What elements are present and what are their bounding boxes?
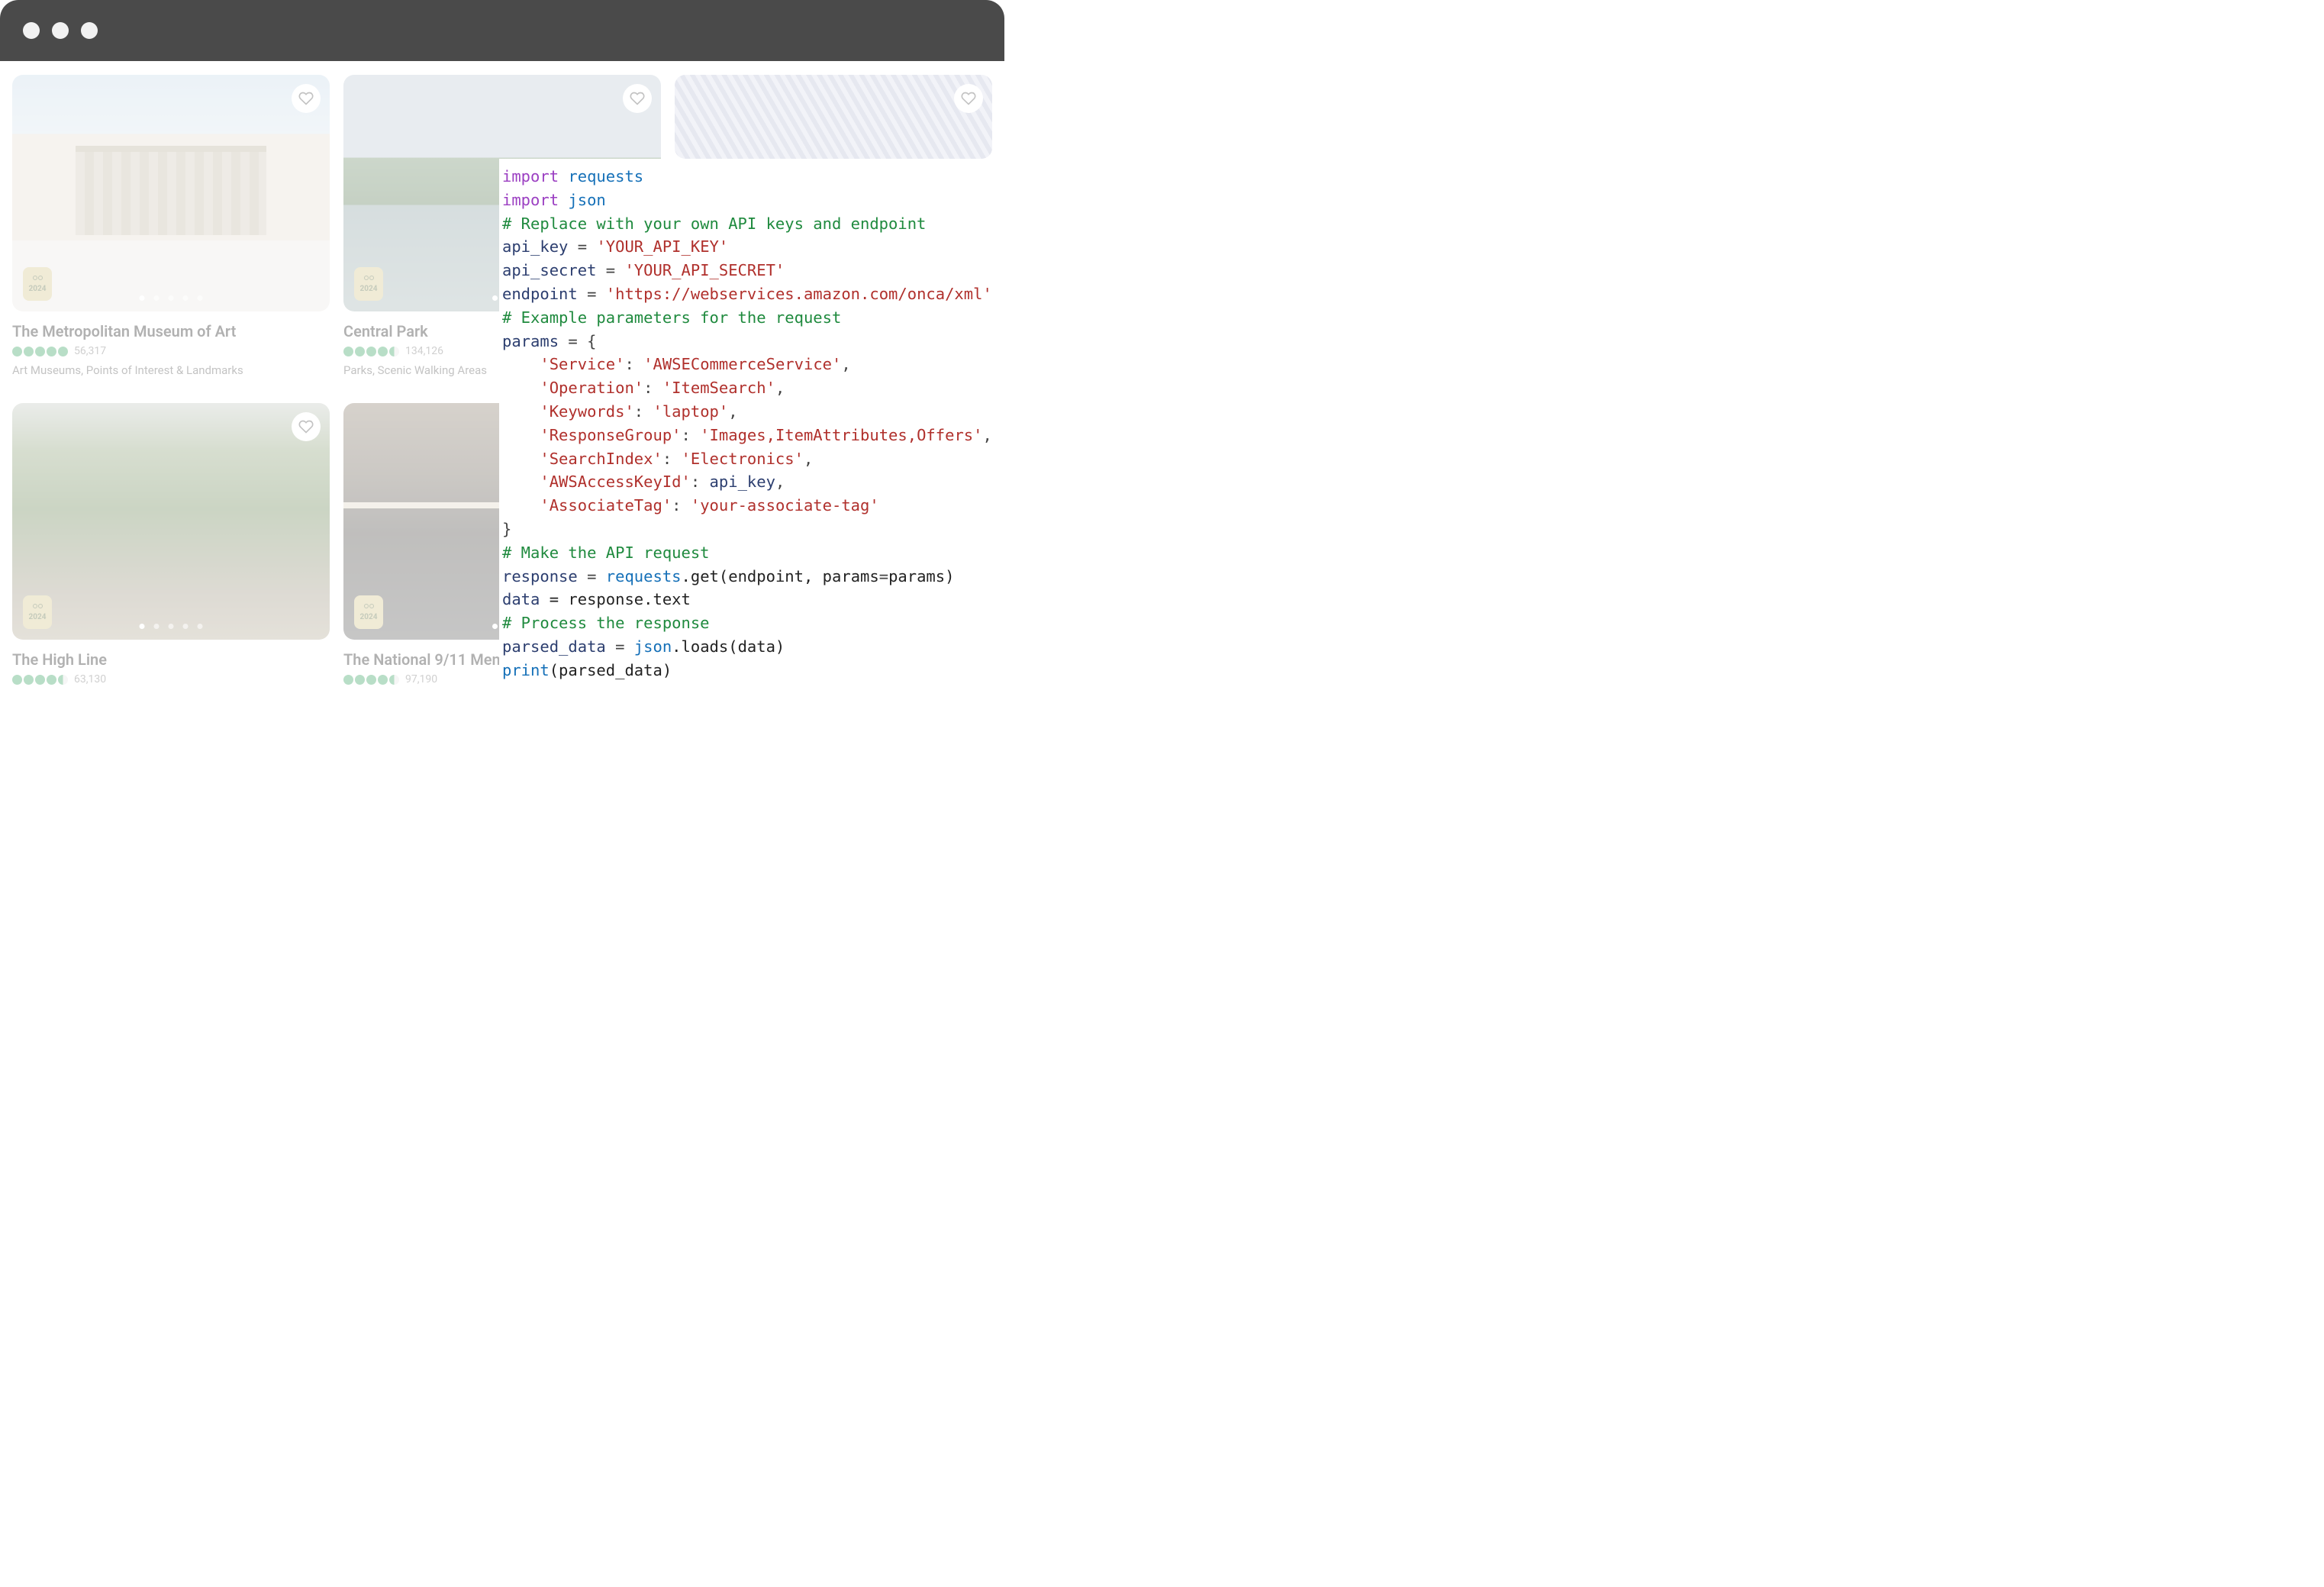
badge-year: 2024 [360,285,378,293]
rating-bubbles [343,675,399,685]
heart-icon [298,91,314,106]
owl-icon [30,604,45,613]
browser-window: 2024 The Metropolitan Museum of Art 56,3… [0,0,1004,699]
attraction-card[interactable]: 2024 The Metropolitan Museum of Art 56,3… [12,75,330,377]
traffic-light-minimize[interactable] [52,22,69,39]
traffic-light-zoom[interactable] [81,22,98,39]
travelers-choice-badge: 2024 [354,595,383,629]
code-overlay: import requests import json # Replace wi… [499,159,1004,699]
review-count: 97,190 [405,673,437,685]
heart-icon [630,91,645,106]
review-count: 56,317 [74,345,106,357]
carousel-dots[interactable] [140,295,203,301]
carousel-dots[interactable] [140,624,203,629]
owl-icon [30,276,45,285]
card-image[interactable] [675,75,992,159]
content-area: 2024 The Metropolitan Museum of Art 56,3… [0,61,1004,699]
heart-icon [298,419,314,434]
badge-year: 2024 [29,613,47,621]
review-count: 134,126 [405,345,443,357]
owl-icon [361,604,376,613]
card-image[interactable]: 2024 [12,403,330,640]
favorite-button[interactable] [954,84,983,113]
heart-icon [961,91,976,106]
card-rating-row: 56,317 [12,345,330,357]
attraction-card[interactable]: 2024 The High Line 63,130 [12,403,330,685]
card-categories: Art Museums, Points of Interest & Landma… [12,363,330,377]
favorite-button[interactable] [623,84,652,113]
card-image[interactable]: 2024 [12,75,330,311]
card-title: The High Line [12,650,330,669]
badge-year: 2024 [29,285,47,293]
travelers-choice-badge: 2024 [23,267,52,301]
favorite-button[interactable] [292,412,321,441]
travelers-choice-badge: 2024 [23,595,52,629]
browser-titlebar [0,0,1004,61]
card-rating-row: 63,130 [12,673,330,685]
rating-bubbles [12,347,68,356]
card-title: The Metropolitan Museum of Art [12,322,330,340]
owl-icon [361,276,376,285]
code-block: import requests import json # Replace wi… [502,165,1001,682]
review-count: 63,130 [74,673,106,685]
travelers-choice-badge: 2024 [354,267,383,301]
badge-year: 2024 [360,613,378,621]
favorite-button[interactable] [292,84,321,113]
rating-bubbles [343,347,399,356]
traffic-light-close[interactable] [23,22,40,39]
rating-bubbles [12,675,68,685]
